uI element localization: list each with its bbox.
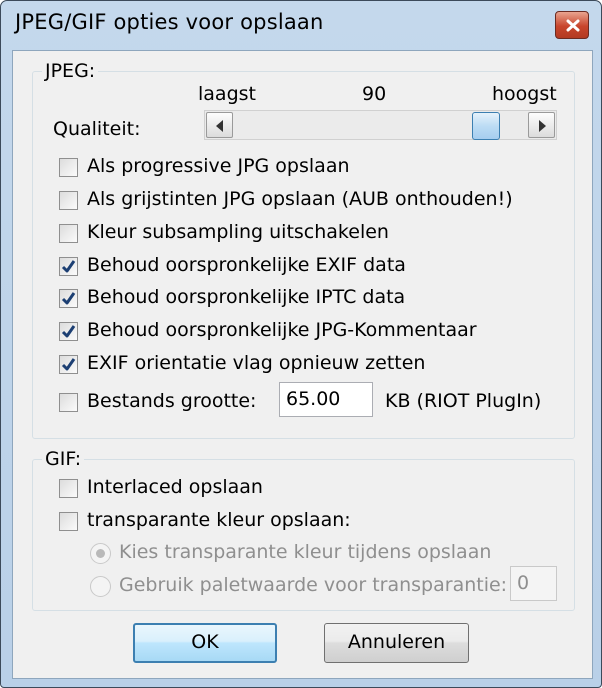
progressive-checkbox[interactable]	[59, 158, 78, 177]
interlaced-label: Interlaced opslaan	[87, 476, 263, 498]
comment-checkbox[interactable]	[59, 322, 78, 341]
ok-button[interactable]: OK	[133, 623, 277, 663]
grayscale-checkbox[interactable]	[59, 191, 78, 210]
choose-on-save-label: Kies transparante kleur tijdens opslaan	[119, 541, 492, 563]
slider-max-label: hoogst	[492, 83, 557, 105]
close-icon	[566, 19, 580, 32]
subsampling-label: Kleur subsampling uitschakelen	[87, 221, 389, 243]
choose-on-save-radio[interactable]	[90, 543, 111, 564]
checkmark-icon	[61, 358, 76, 371]
iptc-label: Behoud oorspronkelijke IPTC data	[87, 286, 406, 308]
orientation-checkbox[interactable]	[59, 355, 78, 374]
cancel-button[interactable]: Annuleren	[324, 623, 469, 663]
arrow-right-icon	[539, 120, 546, 132]
checkmark-icon	[61, 260, 76, 273]
slider-min-label: laagst	[198, 83, 256, 105]
title-bar[interactable]: JPEG/GIF opties voor opslaan	[1, 1, 601, 51]
subsampling-checkbox[interactable]	[59, 224, 78, 243]
grayscale-label: Als grijstinten JPG opslaan (AUB onthoud…	[87, 188, 513, 210]
filesize-input[interactable]: 65.00	[279, 382, 373, 417]
dialog-body: JPEG: laagst 90 hoogst Qualiteit: Als pr…	[12, 50, 593, 679]
iptc-checkbox[interactable]	[59, 289, 78, 308]
quality-label: Qualiteit:	[53, 118, 141, 140]
exif-checkbox[interactable]	[59, 257, 78, 276]
close-button[interactable]	[555, 11, 589, 39]
window-title: JPEG/GIF opties voor opslaan	[15, 10, 324, 34]
quality-slider[interactable]	[204, 110, 557, 140]
interlaced-checkbox[interactable]	[59, 479, 78, 498]
filesize-checkbox[interactable]	[59, 393, 78, 412]
radio-selected-dot	[96, 549, 105, 558]
palette-value-label: Gebruik paletwaarde voor transparantie:	[119, 574, 508, 596]
arrow-left-icon	[216, 120, 223, 132]
progressive-label: Als progressive JPG opslaan	[87, 155, 350, 177]
slider-right-button[interactable]	[528, 112, 555, 138]
slider-left-button[interactable]	[206, 112, 233, 138]
jpeg-group-legend: JPEG:	[42, 60, 99, 82]
comment-label: Behoud oorspronkelijke JPG-Kommentaar	[87, 319, 477, 341]
palette-value-radio[interactable]	[90, 576, 111, 597]
slider-thumb[interactable]	[472, 112, 501, 140]
exif-label: Behoud oorspronkelijke EXIF data	[87, 254, 406, 276]
transparent-label: transparante kleur opslaan:	[87, 509, 351, 531]
filesize-label: Bestands grootte:	[87, 390, 257, 412]
palette-value-input[interactable]: 0	[510, 566, 557, 601]
transparent-checkbox[interactable]	[59, 512, 78, 531]
checkmark-icon	[61, 325, 76, 338]
gif-group-legend: GIF:	[42, 448, 85, 470]
slider-value-label: 90	[362, 83, 387, 105]
filesize-unit-label: KB (RIOT PlugIn)	[385, 390, 542, 412]
dialog-window: JPEG/GIF opties voor opslaan JPEG: laags…	[0, 0, 602, 688]
orientation-label: EXIF orientatie vlag opnieuw zetten	[87, 352, 426, 374]
checkmark-icon	[61, 292, 76, 305]
